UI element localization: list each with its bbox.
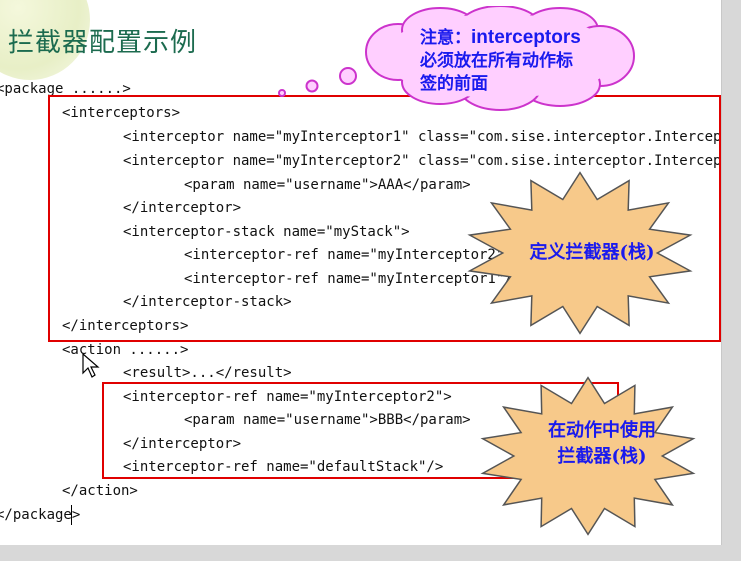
text-caret <box>71 505 72 525</box>
callout-prefix: 注意： <box>420 28 471 48</box>
callout-keyword: interceptors <box>471 27 581 48</box>
use-star-label: 在动作中使用 拦截器(栈) <box>512 418 692 470</box>
slide-title: 拦截器配置示例 <box>8 28 198 58</box>
use-star-label-line1: 在动作中使用 <box>548 420 656 441</box>
define-star-label: 定义拦截器(栈) <box>529 242 655 263</box>
mouse-cursor-icon <box>82 353 100 378</box>
callout-text: 注意：interceptors 必须放在所有动作标 签的前面 <box>420 26 581 96</box>
slide: 拦截器配置示例 <package ......> <interceptors> … <box>0 0 722 545</box>
callout-line2: 必须放在所有动作标 <box>420 51 573 71</box>
code-line-action-close: </action> <box>62 483 138 499</box>
code-line-result: <result>...</result> <box>123 365 292 381</box>
code-line-action-open: <action ......> <box>62 342 189 358</box>
callout-line3: 签的前面 <box>420 74 488 94</box>
code-line-package-close: </package> <box>0 507 81 523</box>
use-star-label-line2: 拦截器(栈) <box>557 446 647 467</box>
